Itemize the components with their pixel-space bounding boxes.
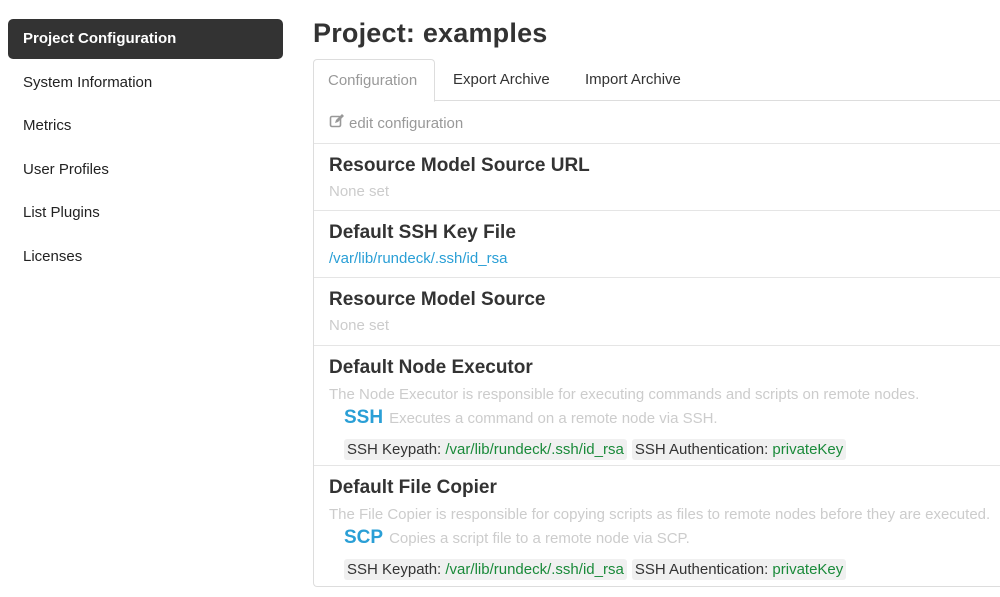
- main-content: Project: examples Configuration Export A…: [313, 0, 1000, 597]
- section-value: None set: [329, 317, 390, 334]
- tab-export-archive[interactable]: Export Archive: [453, 59, 550, 101]
- section-value: None set: [329, 183, 390, 200]
- section-description: The File Copier is responsible for copyi…: [329, 506, 991, 523]
- resource-model-source-url-section: Resource Model Source URL None set: [314, 143, 1000, 210]
- tab-import-archive[interactable]: Import Archive: [585, 59, 681, 101]
- page-title: Project: examples: [313, 18, 548, 48]
- ssh-authentication-property: SSH Authentication: privateKey: [631, 559, 847, 580]
- section-title: Default File Copier: [329, 477, 497, 498]
- property-value: privateKey: [772, 561, 844, 578]
- plugin-description: Executes a command on a remote node via …: [389, 410, 718, 427]
- sidebar-item-licenses[interactable]: Licenses: [8, 237, 283, 277]
- plugin-name: SCP: [344, 527, 384, 548]
- tab-bar: Configuration Export Archive Import Arch…: [313, 59, 1000, 102]
- tab-configuration[interactable]: Configuration: [313, 59, 435, 102]
- section-title: Default SSH Key File: [329, 222, 516, 243]
- plugin-properties: SSH Keypath: /var/lib/rundeck/.ssh/id_rs…: [344, 559, 1000, 580]
- default-file-copier-section: Default File Copier The File Copier is r…: [314, 465, 1000, 587]
- section-title: Default Node Executor: [329, 357, 533, 378]
- section-title: Resource Model Source: [329, 289, 546, 310]
- plugin-row: SCP Copies a script file to a remote nod…: [344, 527, 1000, 549]
- sidebar-item-system-information[interactable]: System Information: [8, 63, 283, 103]
- property-label: SSH Keypath:: [347, 441, 446, 458]
- sidebar-nav: Project Configuration System Information…: [8, 19, 283, 280]
- resource-model-source-section: Resource Model Source None set: [314, 277, 1000, 345]
- section-title: Resource Model Source URL: [329, 155, 590, 176]
- plugin-description: Copies a script file to a remote node vi…: [389, 530, 690, 547]
- plugin-properties: SSH Keypath: /var/lib/rundeck/.ssh/id_rs…: [344, 439, 1000, 460]
- section-description: The Node Executor is responsible for exe…: [329, 386, 920, 403]
- edit-configuration-link[interactable]: edit configuration: [329, 113, 463, 133]
- ssh-key-file-link[interactable]: /var/lib/rundeck/.ssh/id_rsa: [329, 250, 507, 267]
- edit-icon: [329, 113, 349, 133]
- property-value: /var/lib/rundeck/.ssh/id_rsa: [445, 561, 624, 578]
- edit-configuration-label: edit configuration: [349, 114, 464, 132]
- sidebar-item-user-profiles[interactable]: User Profiles: [8, 150, 283, 190]
- property-label: SSH Keypath:: [347, 561, 446, 578]
- default-ssh-key-file-section: Default SSH Key File /var/lib/rundeck/.s…: [314, 210, 1000, 277]
- property-value: /var/lib/rundeck/.ssh/id_rsa: [445, 441, 624, 458]
- ssh-authentication-property: SSH Authentication: privateKey: [631, 439, 847, 460]
- property-label: SSH Authentication:: [634, 441, 773, 458]
- plugin-name: SSH: [344, 407, 384, 428]
- sidebar-item-metrics[interactable]: Metrics: [8, 106, 283, 146]
- default-node-executor-section: Default Node Executor The Node Executor …: [314, 345, 1000, 465]
- property-label: SSH Authentication:: [634, 561, 773, 578]
- sidebar-item-list-plugins[interactable]: List Plugins: [8, 193, 283, 233]
- ssh-keypath-property: SSH Keypath: /var/lib/rundeck/.ssh/id_rs…: [344, 439, 627, 460]
- sidebar-item-project-configuration[interactable]: Project Configuration: [8, 19, 283, 59]
- configuration-panel: edit configuration Resource Model Source…: [313, 101, 1000, 587]
- ssh-keypath-property: SSH Keypath: /var/lib/rundeck/.ssh/id_rs…: [344, 559, 627, 580]
- property-value: privateKey: [772, 441, 844, 458]
- plugin-row: SSH Executes a command on a remote node …: [344, 407, 1000, 429]
